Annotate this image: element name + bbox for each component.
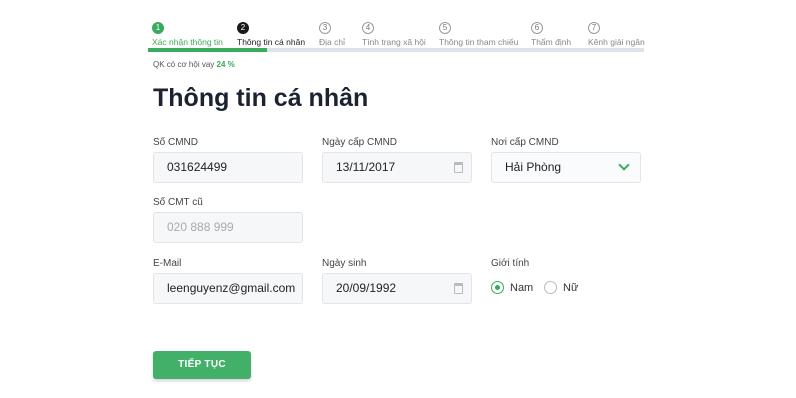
birth-date-input[interactable]: 20/09/1992 — [322, 273, 472, 304]
calendar-icon[interactable] — [454, 283, 463, 294]
gender-option-label: Nam — [510, 281, 534, 294]
step-label: Thẩm định — [531, 37, 572, 47]
email-label: E-Mail — [153, 258, 182, 269]
loan-chance-percent: 24 % — [216, 60, 235, 69]
issue-date-input[interactable]: 13/11/2017 — [322, 152, 472, 183]
cmnd-label: Số CMND — [153, 137, 199, 148]
page-title: Thông tin cá nhân — [153, 84, 369, 112]
continue-button[interactable]: TIẾP TỤC — [153, 351, 251, 379]
issue-place-select[interactable]: Hải Phòng — [491, 152, 641, 183]
birth-date-label: Ngày sinh — [322, 258, 367, 269]
step-xac-nhan-thong-tin[interactable]: 1 Xác nhận thông tin — [152, 22, 223, 47]
issue-date-value: 13/11/2017 — [336, 160, 396, 174]
step-tinh-trang-xa-hoi[interactable]: 4 Tình trạng xã hội — [362, 22, 426, 47]
step-label: Thông tin cá nhân — [237, 37, 306, 47]
birth-date-value: 20/09/1992 — [336, 281, 397, 295]
step-label: Xác nhận thông tin — [152, 37, 223, 47]
step-thong-tin-tham-chieu[interactable]: 5 Thông tin tham chiếu — [439, 22, 518, 47]
chevron-down-icon — [618, 159, 630, 171]
step-thong-tin-ca-nhan[interactable]: 2 Thông tin cá nhân — [237, 22, 305, 47]
step-label: Thông tin tham chiếu — [439, 37, 519, 47]
step-number: 7 — [588, 22, 600, 34]
progress-bar-fill — [148, 48, 268, 52]
issue-date-label: Ngày cấp CMND — [322, 137, 398, 148]
calendar-icon[interactable] — [454, 162, 463, 173]
step-label: Kênh giải ngân — [588, 37, 645, 47]
step-dia-chi[interactable]: 3 Địa chỉ — [319, 22, 345, 47]
loan-chance-text: QK có cơ hội vay 24 % — [153, 60, 235, 69]
step-tham-dinh[interactable]: 6 Thẩm định — [531, 22, 571, 47]
gender-radio-nam[interactable]: Nam — [491, 281, 533, 294]
step-number: 4 — [362, 22, 374, 34]
issue-place-value: Hải Phòng — [505, 160, 562, 174]
progress-bar — [148, 48, 644, 52]
step-label: Địa chỉ — [319, 37, 345, 47]
progress-stepper: 1 Xác nhận thông tin 2 Thông tin cá nhân… — [148, 16, 645, 54]
gender-option-label: Nữ — [563, 281, 579, 294]
step-number: 3 — [319, 22, 331, 34]
gender-radio-nu[interactable]: Nữ — [544, 281, 578, 294]
step-number: 6 — [531, 22, 543, 34]
old-cmt-label: Số CMT cũ — [153, 197, 203, 208]
radio-circle[interactable] — [544, 281, 557, 294]
gender-label: Giới tính — [491, 258, 530, 269]
issue-place-label: Nơi cấp CMND — [491, 137, 559, 148]
radio-circle[interactable] — [491, 281, 504, 294]
step-number: 5 — [439, 22, 451, 34]
email-input[interactable]: leenguyenz@gmail.com — [153, 273, 303, 304]
loan-chance-label: QK có cơ hội vay — [153, 60, 215, 69]
old-cmt-input[interactable]: 020 888 999 — [153, 212, 303, 243]
step-label: Tình trạng xã hội — [362, 37, 426, 47]
cmnd-input[interactable]: 031624499 — [153, 152, 303, 183]
step-kenh-giai-ngan[interactable]: 7 Kênh giải ngân — [588, 22, 645, 47]
step-number: 1 — [152, 22, 164, 34]
step-number: 2 — [237, 22, 249, 34]
